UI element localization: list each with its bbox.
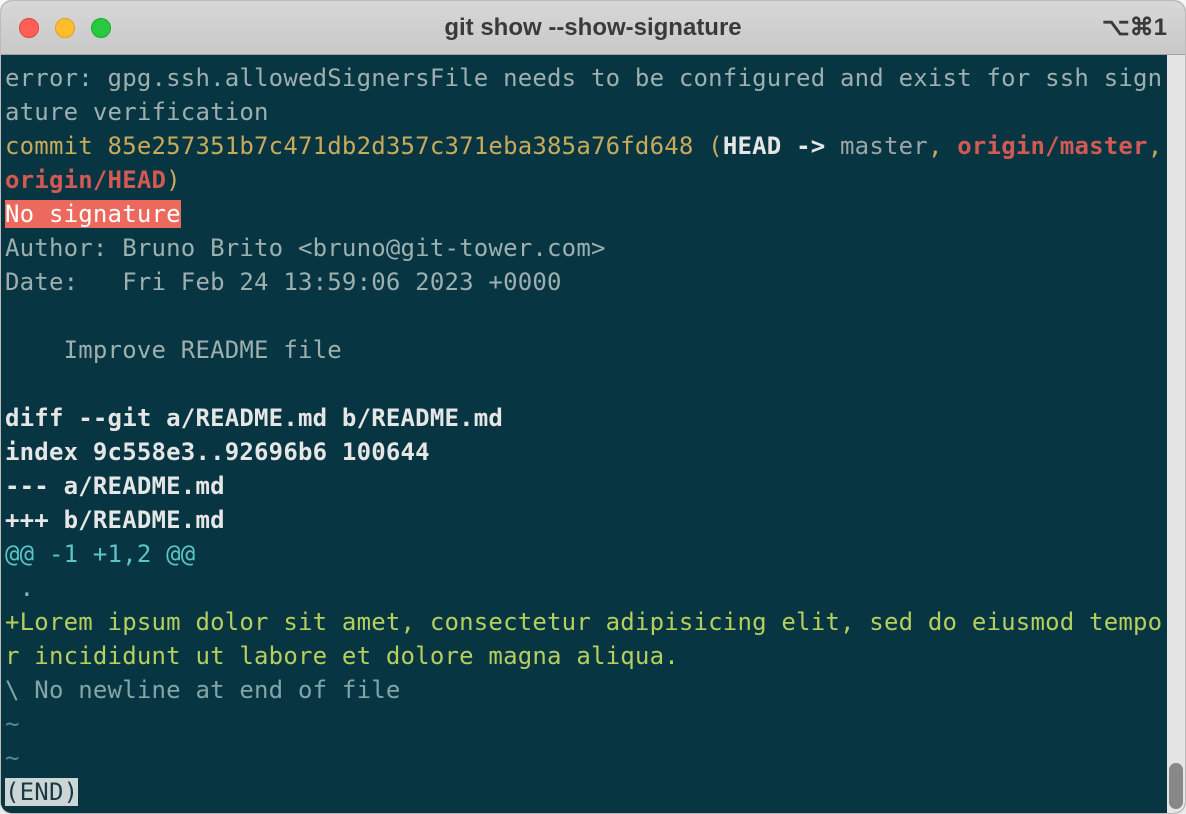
minimize-icon[interactable] <box>55 18 75 38</box>
scrollbar-track[interactable] <box>1167 55 1185 813</box>
titlebar: git show --show-signature ⌥⌘1 <box>1 1 1185 55</box>
traffic-lights <box>19 18 111 38</box>
diff-header: diff --git a/README.md b/README.md <box>5 404 503 432</box>
diff-plus-file: +++ b/README.md <box>5 506 225 534</box>
head-label: HEAD -> <box>723 132 840 160</box>
pager-end: (END) <box>5 778 78 806</box>
diff-index: index 9c558e3..92696b6 100644 <box>5 438 430 466</box>
window-title: git show --show-signature <box>1 14 1185 42</box>
diff-context: . <box>5 574 34 602</box>
diff-minus-file: --- a/README.md <box>5 472 225 500</box>
scrollbar-thumb[interactable] <box>1169 763 1183 809</box>
date-line: Date: Fri Feb 24 13:59:06 2023 +0000 <box>5 268 562 296</box>
remote-origin-head: origin/HEAD <box>5 166 166 194</box>
refs-close: ) <box>166 166 181 194</box>
commit-hash: commit 85e257351b7c471db2d357c371eba385a… <box>5 132 694 160</box>
no-newline: \ No newline at end of file <box>5 676 401 704</box>
terminal-window: git show --show-signature ⌥⌘1 error: gpg… <box>0 0 1186 814</box>
no-signature-badge: No signature <box>5 200 181 228</box>
zoom-icon[interactable] <box>91 18 111 38</box>
comma-1: , <box>928 132 957 160</box>
remote-origin-master: origin/master <box>957 132 1147 160</box>
branch-master: master <box>840 132 928 160</box>
terminal-viewport[interactable]: error: gpg.ssh.allowedSignersFile needs … <box>1 55 1167 813</box>
error-line: error: gpg.ssh.allowedSignersFile needs … <box>5 64 1162 126</box>
close-icon[interactable] <box>19 18 39 38</box>
commit-message: Improve README file <box>5 336 342 364</box>
keyboard-shortcut-indicator: ⌥⌘1 <box>1102 13 1167 42</box>
tilde-line: ~ <box>5 744 20 772</box>
refs-open: ( <box>694 132 723 160</box>
terminal-output: error: gpg.ssh.allowedSignersFile needs … <box>1 55 1167 759</box>
comma-2: , <box>1148 132 1167 160</box>
author-line: Author: Bruno Brito <bruno@git-tower.com… <box>5 234 606 262</box>
tilde-line: ~ <box>5 710 20 738</box>
diff-hunk: @@ -1 +1,2 @@ <box>5 540 195 568</box>
diff-added: +Lorem ipsum dolor sit amet, consectetur… <box>5 608 1162 670</box>
